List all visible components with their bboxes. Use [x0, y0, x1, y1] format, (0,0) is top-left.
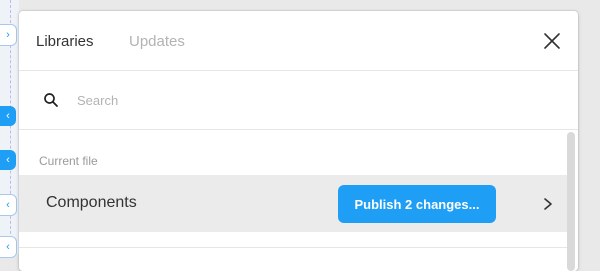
collapse-handle-icon[interactable]: › [0, 24, 17, 46]
scrollbar[interactable] [567, 132, 575, 271]
libraries-modal: Libraries Updates Current file Component… [19, 11, 578, 271]
modal-header: Libraries Updates [19, 11, 578, 71]
collapse-handle-icon[interactable]: ‹ [0, 106, 16, 126]
library-row-components[interactable]: Components Publish 2 changes... [19, 175, 569, 232]
collapse-handle-icon[interactable]: ‹ [0, 150, 16, 170]
section-label-current-file: Current file [39, 154, 98, 168]
search-input[interactable] [77, 88, 517, 112]
divider [19, 247, 569, 248]
collapse-handle-icon[interactable]: ‹ [0, 194, 17, 216]
close-icon[interactable] [542, 31, 562, 51]
search-icon [44, 93, 58, 107]
tab-updates[interactable]: Updates [129, 33, 185, 50]
collapse-handle-icon[interactable]: ‹ [0, 236, 17, 258]
library-name: Components [46, 194, 137, 211]
canvas-edge: › ‹ ‹ ‹ ‹ [0, 0, 19, 258]
search-bar [19, 71, 578, 130]
publish-changes-button[interactable]: Publish 2 changes... [338, 185, 496, 223]
chevron-right-icon[interactable] [541, 195, 555, 213]
tab-libraries[interactable]: Libraries [36, 33, 94, 50]
